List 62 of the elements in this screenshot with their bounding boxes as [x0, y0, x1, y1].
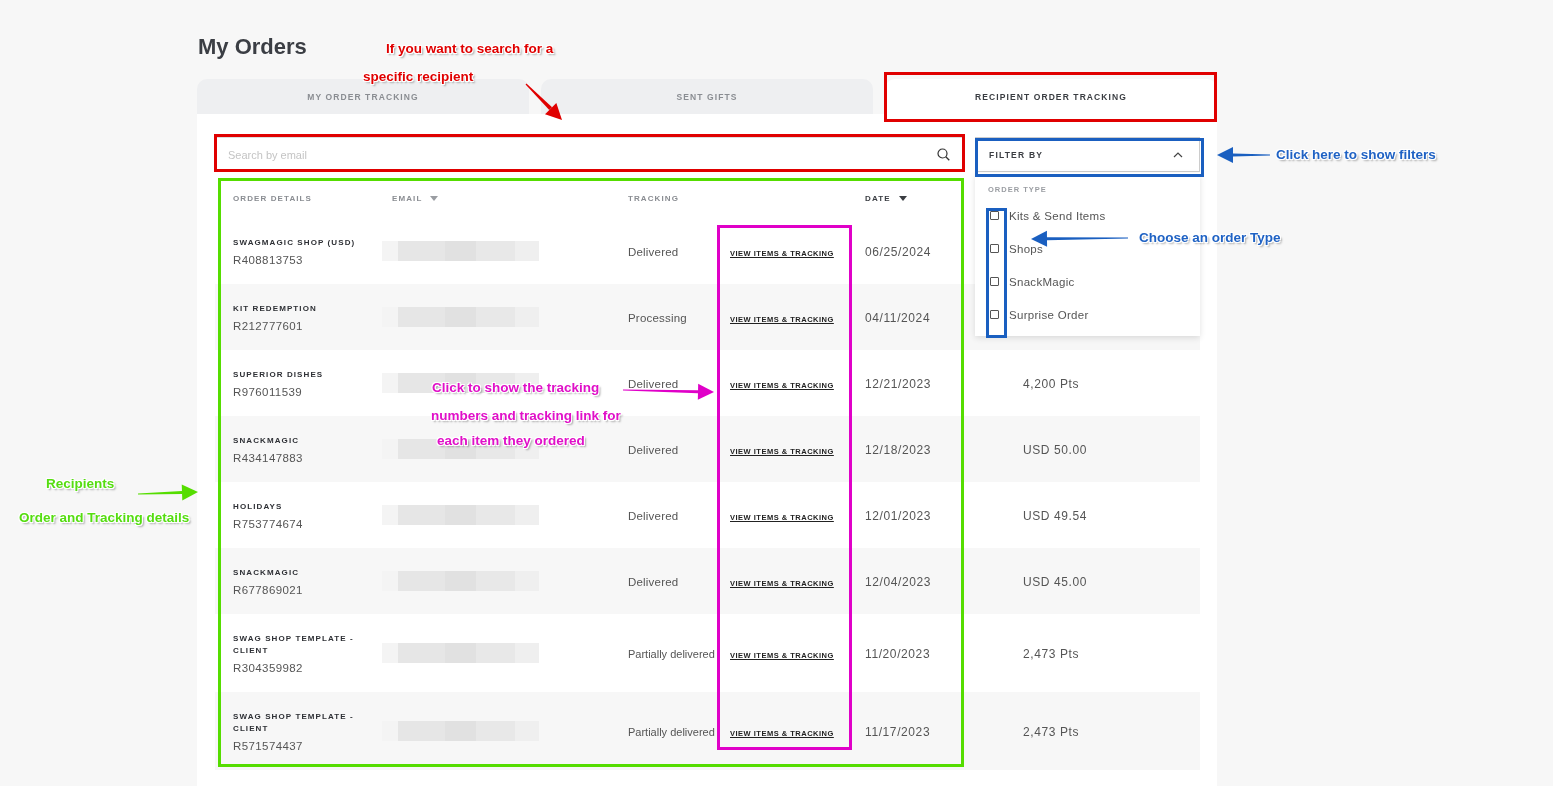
- search-icon: [937, 148, 950, 161]
- checkbox[interactable]: [990, 211, 999, 220]
- tracking-status: Delivered: [628, 378, 679, 390]
- order-number: R408813753: [233, 253, 304, 266]
- order-amount: USD 49.54: [1023, 509, 1088, 523]
- order-name: SNACKMAGIC: [233, 434, 301, 447]
- annotation-text: numbers and tracking link for: [431, 407, 621, 425]
- tracking-status: Delivered: [628, 510, 679, 522]
- annotation-text: Recipients: [46, 475, 115, 493]
- annotation-text: each item they ordered: [437, 432, 585, 450]
- tracking-status: Partially delivered: [628, 648, 715, 660]
- order-amount: USD 50.00: [1023, 443, 1088, 457]
- order-number: R434147883: [233, 451, 304, 464]
- order-date: 12/01/2023: [865, 509, 932, 523]
- tracking-status: Processing: [628, 312, 687, 324]
- tracking-status: Delivered: [628, 246, 679, 258]
- order-date: 12/21/2023: [865, 377, 932, 391]
- order-name: SWAG SHOP TEMPLATE - CLIENT: [233, 632, 355, 657]
- order-date: 11/17/2023: [865, 725, 931, 739]
- option-label[interactable]: SnackMagic: [1009, 275, 1075, 288]
- order-date: 06/25/2024: [865, 245, 932, 259]
- order-number: R976011539: [233, 385, 303, 398]
- order-amount: 4,200 Pts: [1023, 377, 1080, 391]
- checkbox[interactable]: [990, 310, 999, 319]
- order-name: HOLIDAYS: [233, 500, 284, 513]
- column-header[interactable]: DATE: [865, 193, 907, 203]
- annotation-text: Order and Tracking details: [19, 509, 190, 527]
- order-name: SUPERIOR DISHES: [233, 368, 325, 381]
- order-date: 04/11/2024: [865, 311, 931, 325]
- checkbox[interactable]: [990, 277, 999, 286]
- order-name: SWAGMAGIC SHOP (USD): [233, 236, 357, 249]
- chevron-up-icon: [1173, 151, 1183, 158]
- tracking-status: Delivered: [628, 444, 679, 456]
- annotation-text: Click to show the tracking: [432, 379, 600, 397]
- annotation-text: If you want to search for a: [386, 40, 554, 58]
- option-label[interactable]: Kits & Send Items: [1009, 209, 1106, 222]
- page-title: My Orders: [198, 33, 307, 61]
- order-date: 11/20/2023: [865, 647, 931, 661]
- tracking-status: Partially delivered: [628, 726, 715, 738]
- order-number: R677869021: [233, 583, 304, 596]
- filter-dropdown[interactable]: FILTER BY: [975, 137, 1200, 172]
- order-date: 12/18/2023: [865, 443, 932, 457]
- order-date: 12/04/2023: [865, 575, 932, 589]
- search-input[interactable]: Search by email: [226, 147, 937, 162]
- caret-down-icon[interactable]: [898, 195, 907, 201]
- checkbox[interactable]: [990, 244, 999, 253]
- order-amount: USD 45.00: [1023, 575, 1088, 589]
- tracking-status: Delivered: [628, 576, 679, 588]
- order-name: KIT REDEMPTION: [233, 302, 318, 315]
- annotation-text: Choose an order Type: [1139, 229, 1281, 247]
- annotation-text: Click here to show filters: [1276, 146, 1436, 164]
- order-name: SWAG SHOP TEMPLATE - CLIENT: [233, 710, 355, 735]
- order-number: R753774674: [233, 517, 304, 530]
- option-label[interactable]: Shops: [1009, 242, 1044, 255]
- order-number: R571574437: [233, 739, 304, 752]
- order-amount: 2,473 Pts: [1023, 725, 1080, 739]
- option-label[interactable]: Surprise Order: [1009, 308, 1089, 321]
- order-name: SNACKMAGIC: [233, 566, 301, 579]
- tab[interactable]: RECIPIENT ORDER TRACKING: [885, 79, 1217, 114]
- order-amount: 2,473 Pts: [1023, 647, 1080, 661]
- order-number: R212777601: [233, 319, 304, 332]
- order-number: R304359982: [233, 661, 304, 674]
